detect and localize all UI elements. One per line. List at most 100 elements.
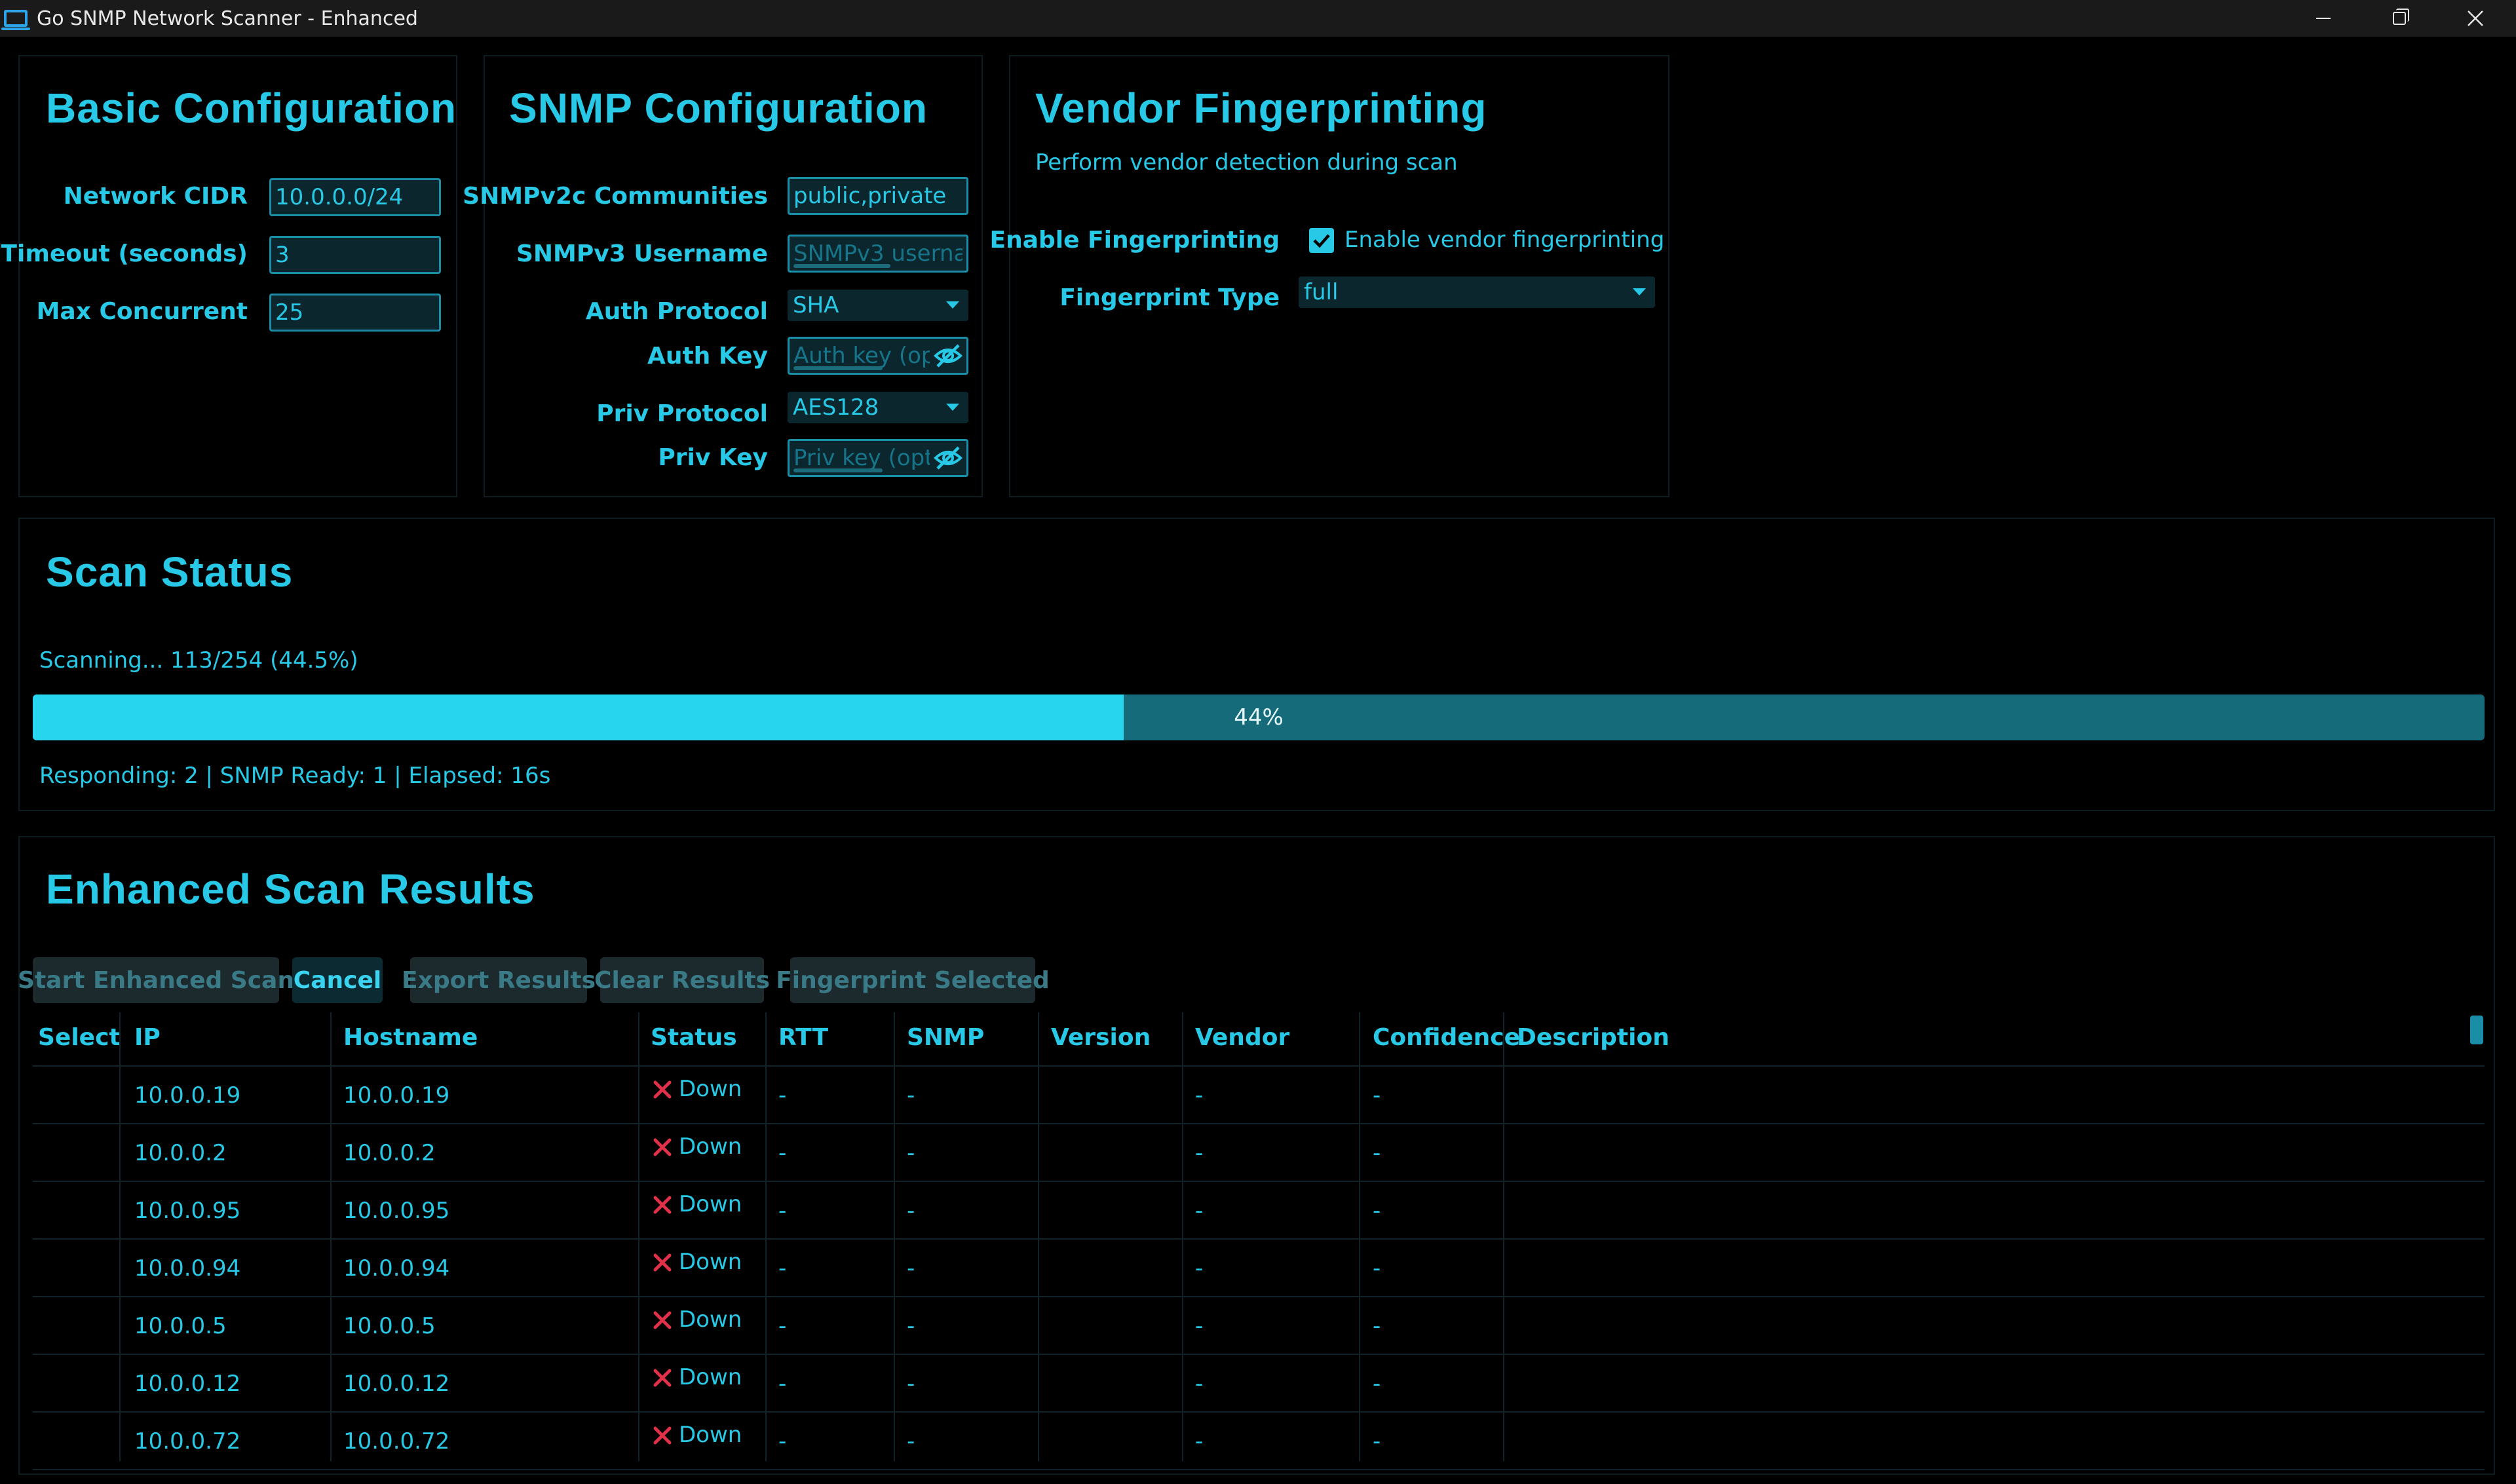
communities-field[interactable] xyxy=(790,179,966,213)
confidence-cell: - xyxy=(1373,1313,1381,1339)
auth-key-label: Auth Key xyxy=(647,343,768,370)
close-button[interactable] xyxy=(2437,0,2513,37)
network-cidr-label: Network CIDR xyxy=(63,183,248,210)
auth-key-input[interactable] xyxy=(788,337,968,375)
x-mark-icon xyxy=(653,1426,672,1445)
column-header-vendor[interactable]: Vendor xyxy=(1195,1024,1289,1051)
max-concurrent-label: Max Concurrent xyxy=(36,298,248,325)
enable-fingerprinting-label: Enable Fingerprinting xyxy=(989,227,1280,254)
restore-button[interactable] xyxy=(2361,0,2437,37)
enable-fingerprinting-checkbox[interactable] xyxy=(1309,228,1334,253)
minimize-icon xyxy=(2316,18,2331,19)
column-header-confidence[interactable]: Confidence xyxy=(1373,1024,1520,1051)
row-divider xyxy=(33,1238,2485,1240)
chevron-down-icon xyxy=(1633,288,1646,295)
priv-protocol-value: AES128 xyxy=(793,394,879,421)
snmp-cell: - xyxy=(907,1313,915,1339)
max-concurrent-field[interactable] xyxy=(271,295,439,330)
cancel-button[interactable]: Cancel xyxy=(292,957,383,1003)
rtt-cell: - xyxy=(778,1140,787,1166)
check-icon xyxy=(1313,234,1330,248)
column-header-version[interactable]: Version xyxy=(1051,1024,1151,1051)
confidence-cell: - xyxy=(1373,1255,1381,1282)
timeout-field[interactable] xyxy=(271,238,439,272)
column-divider xyxy=(1503,1012,1504,1461)
status-cell: Down xyxy=(679,1249,742,1275)
vendor-cell: - xyxy=(1195,1255,1204,1282)
row-divider xyxy=(33,1354,2485,1355)
ip-cell: 10.0.0.5 xyxy=(134,1313,227,1339)
status-cell: Down xyxy=(679,1422,742,1448)
window-title: Go SNMP Network Scanner - Enhanced xyxy=(37,7,418,30)
row-divider xyxy=(33,1411,2485,1413)
table-scrollbar[interactable] xyxy=(2470,1016,2483,1044)
fingerprint-selected-button[interactable]: Fingerprint Selected xyxy=(776,957,1050,1003)
snmp-cell: - xyxy=(907,1255,915,1282)
row-divider xyxy=(33,1181,2485,1182)
minimize-button[interactable] xyxy=(2285,0,2361,37)
snmp-cell: - xyxy=(907,1371,915,1397)
auth-protocol-select[interactable]: SHA xyxy=(788,290,968,321)
priv-key-label: Priv Key xyxy=(658,444,768,471)
input-cursor-underline xyxy=(793,366,883,370)
network-cidr-input[interactable] xyxy=(269,178,441,216)
ip-cell: 10.0.0.72 xyxy=(134,1428,241,1455)
column-divider xyxy=(1182,1012,1183,1461)
scan-results-heading: Enhanced Scan Results xyxy=(46,866,535,913)
column-divider xyxy=(1038,1012,1039,1461)
snmpv3-username-input[interactable] xyxy=(788,235,968,273)
column-header-rtt[interactable]: RTT xyxy=(778,1024,828,1051)
snmp-cell: - xyxy=(907,1198,915,1224)
export-results-button[interactable]: Export Results xyxy=(402,957,596,1003)
input-cursor-underline xyxy=(793,264,890,268)
snmp-config-heading: SNMP Configuration xyxy=(509,85,928,132)
eye-slash-icon[interactable] xyxy=(934,445,963,471)
eye-slash-icon[interactable] xyxy=(934,343,963,369)
priv-protocol-select[interactable]: AES128 xyxy=(788,392,968,423)
auth-protocol-label: Auth Protocol xyxy=(585,298,768,325)
ip-cell: 10.0.0.95 xyxy=(134,1198,241,1224)
fingerprint-type-select[interactable]: full xyxy=(1299,276,1655,308)
snmpv3-username-label: SNMPv3 Username xyxy=(516,240,768,267)
hostname-cell: 10.0.0.5 xyxy=(343,1313,436,1339)
x-mark-icon xyxy=(653,1311,672,1329)
status-cell: Down xyxy=(679,1133,742,1160)
max-concurrent-input[interactable] xyxy=(269,294,441,332)
hostname-cell: 10.0.0.19 xyxy=(343,1082,450,1109)
priv-key-input[interactable] xyxy=(788,439,968,477)
status-cell: Down xyxy=(679,1191,742,1217)
title-bar: Go SNMP Network Scanner - Enhanced xyxy=(0,0,2516,37)
ip-cell: 10.0.0.2 xyxy=(134,1140,227,1166)
rtt-cell: - xyxy=(778,1313,787,1339)
column-divider xyxy=(894,1012,895,1461)
network-cidr-field[interactable] xyxy=(271,180,439,214)
ip-cell: 10.0.0.94 xyxy=(134,1255,241,1282)
start-enhanced-scan-button[interactable]: Start Enhanced Scan xyxy=(18,957,294,1003)
vendor-cell: - xyxy=(1195,1198,1204,1224)
enable-fingerprinting-checkbox-label[interactable]: Enable vendor fingerprinting xyxy=(1344,227,1664,253)
fingerprint-type-label: Fingerprint Type xyxy=(1059,284,1280,311)
column-header-select[interactable]: Select xyxy=(38,1024,121,1051)
column-header-status[interactable]: Status xyxy=(651,1024,737,1051)
x-mark-icon xyxy=(653,1369,672,1387)
vendor-cell: - xyxy=(1195,1140,1204,1166)
vendor-cell: - xyxy=(1195,1428,1204,1455)
column-header-hostname[interactable]: Hostname xyxy=(343,1024,478,1051)
timeout-label: Timeout (seconds) xyxy=(1,240,248,267)
column-divider xyxy=(638,1012,639,1461)
snmp-cell: - xyxy=(907,1428,915,1455)
column-header-snmp[interactable]: SNMP xyxy=(907,1024,984,1051)
status-cell: Down xyxy=(679,1076,742,1102)
vendor-fingerprint-heading: Vendor Fingerprinting xyxy=(1035,85,1487,132)
communities-input[interactable] xyxy=(788,177,968,215)
scan-progress-percent: 44% xyxy=(1234,704,1284,731)
timeout-input[interactable] xyxy=(269,236,441,274)
column-divider xyxy=(330,1012,332,1461)
column-header-ip[interactable]: IP xyxy=(134,1024,161,1051)
hostname-cell: 10.0.0.72 xyxy=(343,1428,450,1455)
clear-results-button[interactable]: Clear Results xyxy=(594,957,770,1003)
column-divider xyxy=(765,1012,767,1461)
column-header-description[interactable]: Description xyxy=(1517,1024,1669,1051)
vendor-fingerprint-description: Perform vendor detection during scan xyxy=(1035,149,1458,176)
rtt-cell: - xyxy=(778,1198,787,1224)
